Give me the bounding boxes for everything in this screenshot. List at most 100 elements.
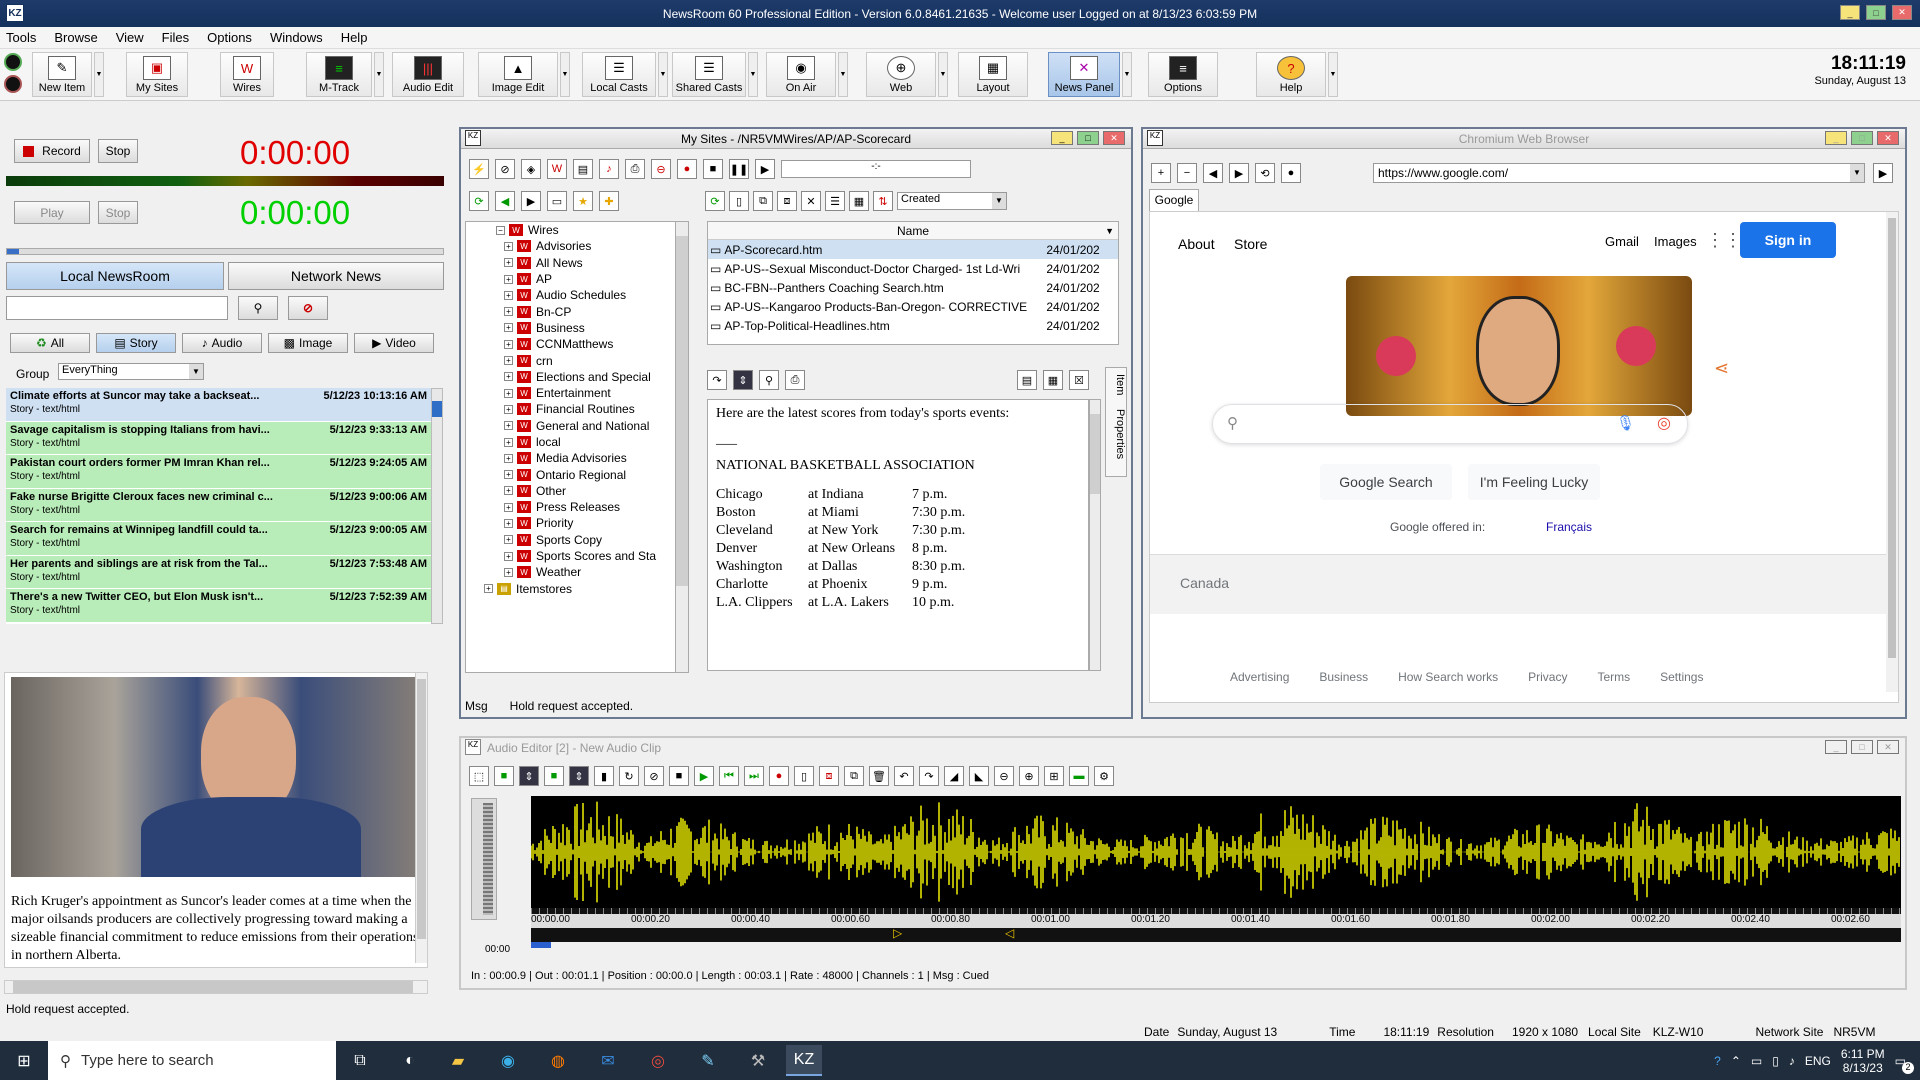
loop-icon[interactable]: ↻ [619, 766, 639, 786]
notepad-icon[interactable]: ✎ [690, 1045, 726, 1076]
newsroom-taskbar-icon[interactable]: KZ [786, 1045, 822, 1076]
filter-story-button[interactable]: ▤ Story [96, 333, 176, 353]
go-icon[interactable]: ▶ [1873, 163, 1893, 183]
layout-button[interactable]: ▦ Layout [958, 52, 1028, 97]
select-all-icon[interactable]: ⬚ [469, 766, 489, 786]
tab-network-news[interactable]: Network News [228, 262, 444, 290]
tree-item[interactable]: + W Elections and Special [466, 369, 676, 385]
zoom-in-icon[interactable]: ⊕ [1019, 766, 1039, 786]
paste-icon[interactable]: ⧈ [777, 191, 797, 211]
store-link[interactable]: Store [1234, 236, 1267, 252]
my-sites-maximize-button[interactable]: □ [1077, 131, 1099, 145]
share-icon[interactable]: ⋖ [1714, 358, 1729, 379]
help-dropdown[interactable]: ▼ [1328, 52, 1338, 97]
apps-grid-icon[interactable]: ⋮⋮ [1706, 230, 1742, 251]
list-item[interactable]: Her parents and siblings are at risk fro… [6, 555, 431, 589]
filter-audio-button[interactable]: ♪ Audio [182, 333, 262, 353]
footer-settings-link[interactable]: Settings [1660, 670, 1703, 684]
tag-icon[interactable]: ◈ [521, 159, 541, 179]
new-clip-icon[interactable]: ▯ [794, 766, 814, 786]
zoom-out-icon[interactable]: − [1177, 163, 1197, 183]
tree-item[interactable]: + W Entertainment [466, 385, 676, 401]
window-split-icon[interactable]: ▤ [1017, 370, 1037, 390]
wire-icon[interactable]: W [547, 159, 567, 179]
preview-hscrollbar[interactable] [4, 980, 428, 994]
firefox-icon[interactable]: ◍ [540, 1045, 576, 1076]
copy-icon[interactable]: ⧉ [753, 191, 773, 211]
tile-view-icon[interactable]: ▦ [849, 191, 869, 211]
reply-icon[interactable]: ↷ [707, 370, 727, 390]
list-view-icon[interactable]: ☰ [825, 191, 845, 211]
browser-tab[interactable]: Google [1149, 189, 1199, 211]
file-row[interactable]: ▭ AP-Scorecard.htm 24/01/202 [708, 240, 1118, 259]
story-list-scrollbar[interactable] [431, 388, 443, 624]
filter-all-button[interactable]: ♻ All [10, 333, 90, 353]
file-list-header[interactable]: Name ▼ [708, 222, 1118, 240]
zoom-out-icon[interactable]: ⊖ [994, 766, 1014, 786]
play-icon[interactable]: ▶ [694, 766, 714, 786]
tray-clock[interactable]: 6:11 PM 8/13/23 [1841, 1047, 1885, 1075]
audio-close-button[interactable]: ✕ [1877, 740, 1899, 754]
waveform[interactable] [531, 796, 1901, 908]
filter-image-button[interactable]: ▩ Image [268, 333, 348, 353]
forward-icon[interactable]: ▶ [1229, 163, 1249, 183]
doc-print-icon[interactable]: ⎙ [785, 370, 805, 390]
menu-view[interactable]: View [116, 30, 144, 45]
effects-icon[interactable]: ⚙ [1094, 766, 1114, 786]
google-search-button[interactable]: Google Search [1320, 464, 1452, 500]
newsroom-search-input[interactable] [6, 296, 228, 320]
footer-business-link[interactable]: Business [1319, 670, 1368, 684]
web-button[interactable]: ⊕ Web [866, 52, 936, 97]
playhead-bar[interactable] [531, 942, 551, 948]
list-item[interactable]: Climate efforts at Suncor may take a bac… [6, 388, 431, 422]
list-item[interactable]: Fake nurse Brigitte Cleroux faces new cr… [6, 488, 431, 522]
browser-close-button[interactable]: ✕ [1877, 131, 1899, 145]
tree-item-itemstores[interactable]: + ▤ Itemstores [466, 581, 676, 597]
add-favorite-icon[interactable]: ✚ [599, 191, 619, 211]
chat-icon[interactable]: ◐ [392, 1045, 428, 1076]
tool-icon[interactable]: ⚒ [740, 1045, 776, 1076]
minimize-button[interactable]: _ [1840, 5, 1860, 20]
maximize-button[interactable]: □ [1866, 5, 1886, 20]
record-stop-button[interactable]: Stop [98, 139, 138, 163]
refresh-icon[interactable]: ⟳ [469, 191, 489, 211]
back-icon[interactable]: ◀ [495, 191, 515, 211]
file-row[interactable]: ▭ AP-Top-Political-Headlines.htm 24/01/202 [708, 316, 1118, 335]
tab-properties[interactable]: Properties [1106, 409, 1126, 459]
trash-icon[interactable]: 🗑 [869, 766, 889, 786]
audio-edit-button[interactable]: ||| Audio Edit [392, 52, 464, 97]
google-search-input[interactable]: ⚲ 🎙 ◎ [1212, 404, 1688, 444]
updown-icon[interactable]: ⇕ [733, 370, 753, 390]
insert-icon[interactable]: ⧈ [819, 766, 839, 786]
outlook-icon[interactable]: ✉ [590, 1045, 626, 1076]
my-sites-button[interactable]: ▣ My Sites [126, 52, 188, 97]
m-track-dropdown[interactable]: ▼ [374, 52, 384, 97]
record-button[interactable]: Record [14, 139, 90, 163]
close-button[interactable]: ✕ [1892, 5, 1912, 20]
skip-back-icon[interactable]: ⏮ [719, 766, 739, 786]
my-sites-close-button[interactable]: ✕ [1103, 131, 1125, 145]
record-icon[interactable]: ● [677, 159, 697, 179]
file-row[interactable]: ▭ AP-US--Kangaroo Products-Ban-Oregon- CO… [708, 297, 1118, 316]
folder-icon[interactable]: ▤ [573, 159, 593, 179]
stop-icon[interactable]: ● [1281, 163, 1301, 183]
updown-icon[interactable]: ⇕ [569, 766, 589, 786]
web-dropdown[interactable]: ▼ [938, 52, 948, 97]
file-explorer-icon[interactable]: ▰ [440, 1045, 476, 1076]
print-icon[interactable]: ⎙ [625, 159, 645, 179]
edge-icon[interactable]: ◉ [490, 1045, 526, 1076]
tree-item[interactable]: + W Press Releases [466, 499, 676, 515]
footer-privacy-link[interactable]: Privacy [1528, 670, 1567, 684]
menu-options[interactable]: Options [207, 30, 252, 45]
battery-icon[interactable]: ▮ [594, 766, 614, 786]
doc-close-icon[interactable]: ☒ [1069, 370, 1089, 390]
favorite-star-icon[interactable]: ★ [573, 191, 593, 211]
in-marker-icon[interactable]: ▷ [893, 926, 902, 940]
language-indicator[interactable]: ENG [1805, 1054, 1831, 1068]
tree-item[interactable]: + Wlocal [466, 434, 676, 450]
notifications-icon[interactable]: ▭ 2 [1895, 1054, 1914, 1074]
tree-item[interactable]: + W Audio Schedules [466, 287, 676, 303]
group-select[interactable]: EveryThing ▼ [58, 363, 204, 380]
feeling-lucky-button[interactable]: I'm Feeling Lucky [1468, 464, 1600, 500]
find-icon[interactable]: ⚲ [759, 370, 779, 390]
